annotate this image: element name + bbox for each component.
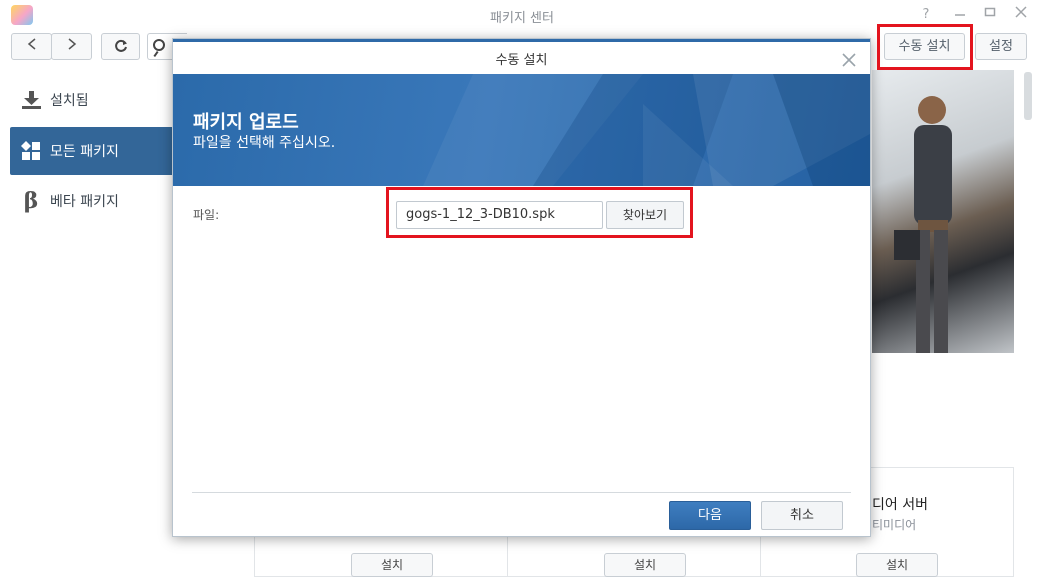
dialog-title: 수동 설치 bbox=[495, 53, 548, 68]
sidebar-item-label: 베타 패키지 bbox=[50, 194, 119, 210]
forward-button[interactable] bbox=[51, 33, 92, 60]
download-icon bbox=[20, 89, 42, 111]
back-button[interactable] bbox=[11, 33, 52, 60]
help-icon[interactable]: ? bbox=[916, 5, 936, 25]
beta-icon: β bbox=[23, 188, 39, 214]
next-button[interactable]: 다음 bbox=[669, 501, 751, 530]
refresh-button[interactable] bbox=[101, 33, 140, 60]
sidebar-item-label: 모든 패키지 bbox=[50, 144, 119, 160]
close-icon[interactable] bbox=[842, 47, 856, 72]
manual-install-dialog: 수동 설치 패키지 업로드 파일을 선택해 주십시오. 파일: gogs-1_1… bbox=[172, 38, 871, 537]
chevron-left-icon bbox=[27, 38, 35, 50]
minimize-icon[interactable] bbox=[950, 5, 970, 25]
chevron-right-icon bbox=[68, 38, 76, 50]
package-card-title: 디어 서버 bbox=[872, 497, 928, 513]
refresh-icon bbox=[114, 39, 127, 52]
install-button[interactable]: 설치 bbox=[856, 553, 938, 577]
sidebar-item-label: 설치됨 bbox=[50, 93, 89, 109]
banner-subtitle: 파일을 선택해 주십시오. bbox=[193, 135, 336, 151]
manual-install-highlight bbox=[877, 24, 973, 70]
install-button[interactable]: 설치 bbox=[351, 553, 433, 577]
cancel-button[interactable]: 취소 bbox=[761, 501, 843, 530]
scrollbar[interactable] bbox=[1024, 72, 1032, 120]
grid-icon bbox=[20, 140, 42, 162]
footer-divider bbox=[192, 492, 851, 493]
close-window-icon[interactable] bbox=[1011, 5, 1031, 25]
install-button[interactable]: 설치 bbox=[604, 553, 686, 577]
dialog-banner: 패키지 업로드 파일을 선택해 주십시오. bbox=[173, 74, 870, 186]
maximize-icon[interactable] bbox=[980, 5, 1000, 25]
dialog-header: 수동 설치 bbox=[173, 39, 870, 74]
search-icon bbox=[153, 39, 165, 51]
banner-title: 패키지 업로드 bbox=[193, 112, 299, 133]
settings-button[interactable]: 설정 bbox=[975, 33, 1027, 60]
featured-banner-image bbox=[872, 70, 1014, 353]
package-card-subtitle: 티미디어 bbox=[872, 518, 917, 532]
file-field-highlight bbox=[386, 187, 693, 238]
file-label: 파일: bbox=[193, 208, 220, 222]
